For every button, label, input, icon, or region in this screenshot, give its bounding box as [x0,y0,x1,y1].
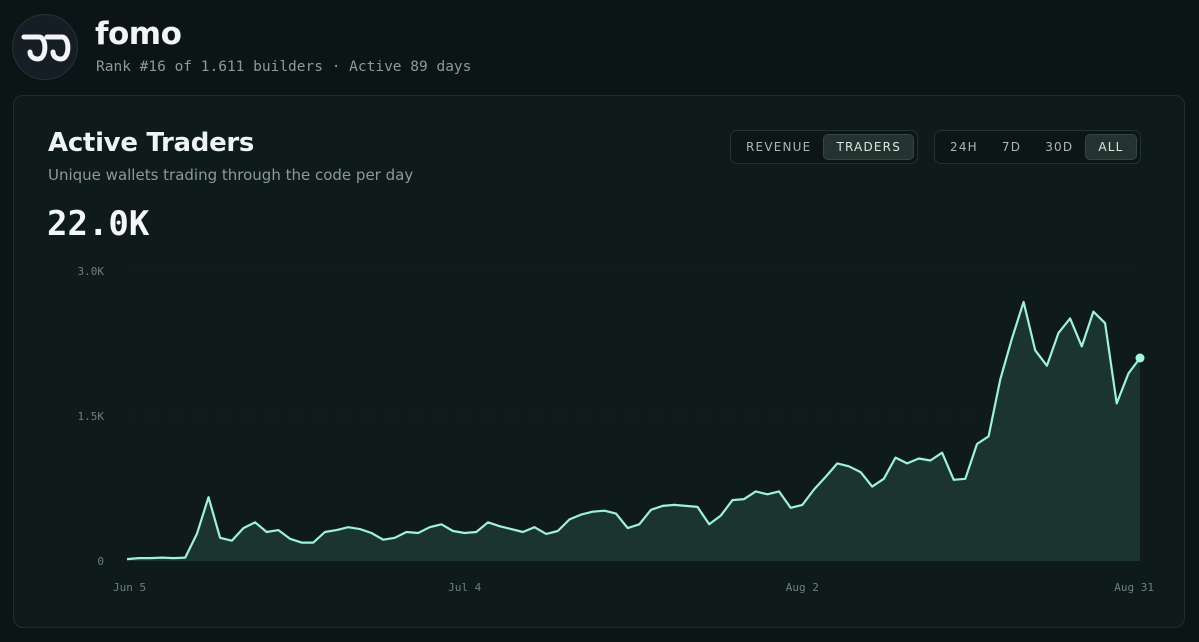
metric-tab-revenue[interactable]: REVENUE [734,134,823,160]
fomo-logo-icon [21,34,71,62]
app-logo-avatar [12,14,78,80]
metric-tab-traders[interactable]: TRADERS [823,134,915,160]
x-tick-label: Aug 2 [786,581,819,594]
metric-toggle: REVENUE TRADERS [730,130,919,164]
x-tick-label: Jun 5 [113,581,146,594]
traders-area-chart: 3.0K 1.5K 0 Jun 5 Jul 4 Aug 2 Aug 31 [78,265,1155,594]
rank-subline: Rank #16 of 1.611 builders · Active 89 d… [96,59,472,75]
range-tab-all[interactable]: ALL [1085,134,1137,160]
latest-point-dot [1135,353,1145,363]
y-tick-label: 0 [97,555,104,568]
active-traders-panel: Active Traders Unique wallets trading th… [13,95,1185,628]
x-tick-label: Aug 31 [1114,581,1154,594]
app-header: fomo Rank #16 of 1.611 builders · Active… [12,14,1182,80]
app-name: fomo [95,16,182,52]
range-tab-30d[interactable]: 30D [1033,134,1085,160]
y-tick-label: 3.0K [78,265,105,278]
headline-value: 22.0K [47,204,150,244]
range-tab-7d[interactable]: 7D [990,134,1033,160]
x-tick-label: Jul 4 [448,581,481,594]
panel-title: Active Traders [48,128,255,158]
range-toggle: 24H 7D 30D ALL [934,130,1141,164]
area-fill [127,301,1140,561]
y-tick-label: 1.5K [78,410,105,423]
range-tab-24h[interactable]: 24H [938,134,990,160]
panel-subtitle: Unique wallets trading through the code … [48,166,414,184]
